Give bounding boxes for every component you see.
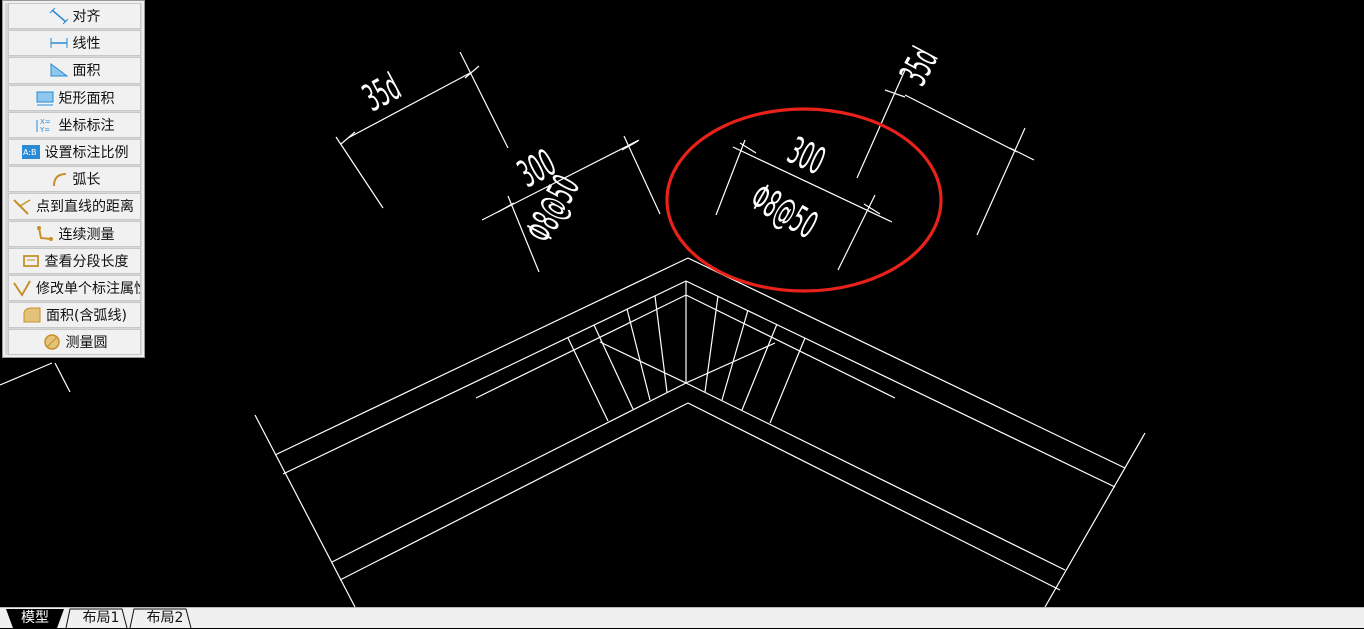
menu-item-dimension-scale[interactable]: A:B 设置标注比例 — [8, 138, 141, 166]
leader-line — [54, 362, 71, 393]
menu-item-label: 测量圆 — [65, 335, 108, 352]
dim-right-300-ext — [715, 139, 746, 216]
rebar-right-line — [685, 294, 896, 399]
menu-item-label: 面积(含弧线) — [46, 308, 127, 325]
menu-item-arc-length[interactable]: 弧长 — [8, 166, 141, 193]
stirrup-diagonal — [599, 341, 687, 384]
menu-item-segment-length[interactable]: 查看分段长度 — [8, 247, 141, 274]
beam-inner-right-line-2 — [687, 402, 1061, 591]
align-dimension-icon — [49, 7, 69, 25]
dim-tick — [497, 202, 515, 213]
measure-tool-menu: 对齐 线性 面积 矩形面积 X= Y= 坐标标注 A:B 设置标注比例 弧长 点到… — [2, 0, 145, 358]
drawing-lines — [0, 51, 1146, 607]
menu-item-align[interactable]: 对齐 — [8, 3, 141, 30]
beam-inner-right-line — [685, 382, 1066, 571]
area-icon — [49, 61, 69, 79]
dim-right-35d-text: 35d — [892, 41, 947, 93]
point-to-line-distance-icon — [12, 197, 32, 216]
menu-item-label: 坐标标注 — [58, 117, 115, 134]
linear-dimension-icon — [49, 34, 69, 52]
right-end-line — [1044, 432, 1146, 607]
menu-item-coordinate[interactable]: X= Y= 坐标标注 — [8, 111, 141, 138]
menu-item-edit-dimension[interactable]: 修改单个标注属性 — [8, 274, 141, 302]
tab-layout2[interactable]: 布局2 — [138, 609, 192, 628]
dimension-scale-icon: A:B — [21, 143, 41, 161]
menu-item-label: 弧长 — [72, 172, 101, 189]
dim-right-300-text: 300 — [781, 129, 831, 183]
dim-left-300-ext — [623, 135, 661, 215]
dim-tick — [340, 131, 356, 145]
svg-text:X=: X= — [40, 118, 51, 126]
menu-item-label: 面积 — [72, 63, 101, 80]
measure-circle-icon — [42, 333, 62, 351]
continuous-measure-icon — [35, 225, 55, 243]
beam-outer-left-line — [274, 257, 689, 456]
dim-right-300-ext-2 — [837, 194, 876, 271]
arc-length-icon — [49, 170, 69, 188]
beam-outer-right-line-2 — [685, 280, 1116, 488]
stirrup-line — [741, 323, 778, 411]
menu-item-area-with-arc[interactable]: 面积(含弧线) — [8, 302, 141, 329]
menu-item-area[interactable]: 面积 — [8, 57, 141, 84]
rebar-left-line — [475, 294, 687, 399]
tab-model[interactable]: 模型 — [6, 609, 64, 628]
stirrup-line — [593, 324, 634, 410]
layout-tab-bar: 模型 布局1 布局2 — [0, 607, 1364, 629]
dim-left-35d-ext — [335, 136, 384, 209]
menu-item-label: 连续测量 — [58, 226, 115, 243]
stirrup-line — [721, 309, 749, 401]
beam-outer-left-line-2 — [282, 280, 687, 475]
svg-text:A:B: A:B — [23, 148, 37, 157]
dim-left-35d-text: 35d — [356, 65, 408, 120]
menu-item-label: 点到直线的距离 — [36, 199, 134, 216]
menu-item-label: 设置标注比例 — [44, 145, 129, 162]
drawing-text: 35d 300 Φ8@50 35d 300 Φ8@50 — [356, 41, 947, 250]
menu-item-label: 对齐 — [72, 9, 101, 26]
drawing-svg: 35d 300 Φ8@50 35d 300 Φ8@50 — [0, 41, 1146, 607]
cad-drawing-canvas[interactable]: 35d 300 Φ8@50 35d 300 Φ8@50 — [0, 0, 1364, 607]
menu-item-label: 修改单个标注属性 — [36, 280, 141, 297]
menu-item-point-to-line[interactable]: 点到直线的距离 — [8, 193, 141, 220]
menu-item-continuous-measure[interactable]: 连续测量 — [8, 220, 141, 247]
stirrup-line — [704, 295, 719, 393]
menu-item-linear[interactable]: 线性 — [8, 30, 141, 57]
menu-item-label: 线性 — [72, 36, 101, 53]
stirrup-line — [769, 337, 806, 424]
menu-item-rectangle-area[interactable]: 矩形面积 — [8, 84, 141, 111]
rectangle-area-icon — [35, 89, 55, 107]
beam-inner-left-line-2 — [339, 402, 689, 581]
menu-item-label: 查看分段长度 — [44, 253, 129, 270]
coordinate-dimension-icon: X= Y= — [35, 116, 55, 134]
left-end-line — [254, 414, 356, 607]
svg-text:Y=: Y= — [39, 126, 50, 134]
menu-item-measure-circle[interactable]: 测量圆 — [8, 329, 141, 356]
menu-item-label: 矩形面积 — [58, 90, 115, 107]
stirrup-line — [654, 295, 668, 393]
stirrup-line — [567, 337, 609, 422]
beam-inner-left-line — [331, 382, 687, 563]
area-with-arc-icon — [22, 306, 42, 324]
dim-left-35d-ext-2 — [459, 51, 509, 149]
dim-right-rebar-text: Φ8@50 — [744, 175, 825, 247]
tab-layout1[interactable]: 布局1 — [74, 609, 128, 628]
dim-right-35d-line — [904, 94, 1018, 153]
segment-length-icon — [21, 252, 41, 270]
edit-dimension-icon — [12, 279, 32, 297]
leader-line — [0, 362, 53, 386]
stirrup-line — [626, 308, 651, 401]
